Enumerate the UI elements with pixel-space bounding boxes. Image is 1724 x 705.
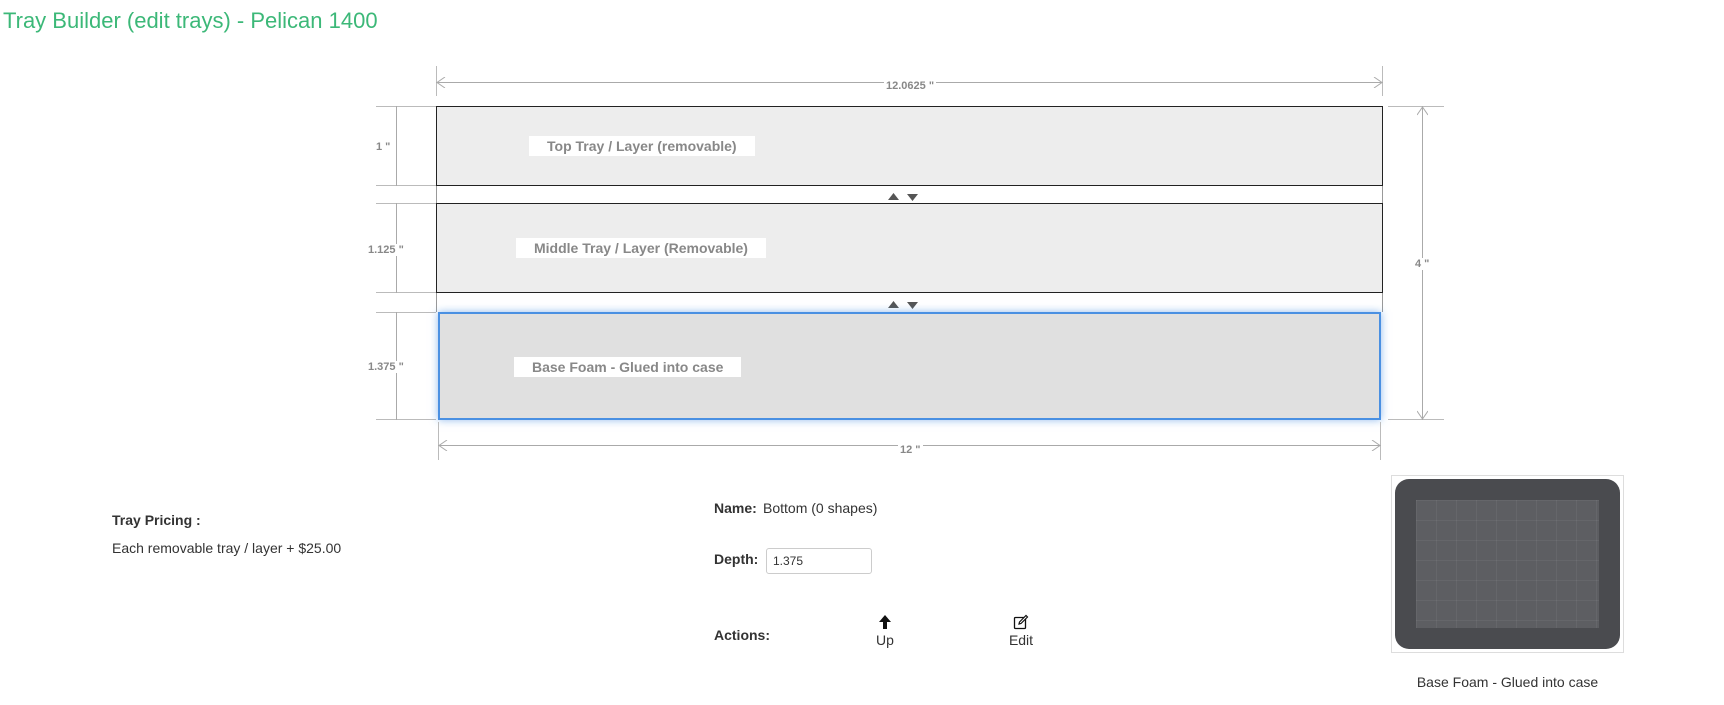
middle-tray[interactable]: Middle Tray / Layer (Removable) (436, 203, 1383, 293)
name-value: Bottom (0 shapes) (763, 500, 878, 516)
up-button[interactable]: Up (870, 614, 900, 648)
tray-pricing-title: Tray Pricing : (112, 512, 201, 528)
middle-tray-label: Middle Tray / Layer (Removable) (516, 238, 766, 258)
top-tray-depth-label: 1 " (374, 141, 393, 153)
edit-icon (1013, 614, 1029, 630)
up-label: Up (876, 632, 894, 648)
arrow-up-icon (879, 615, 891, 629)
tray-preview (1391, 475, 1624, 653)
base-foam-depth-label: 1.375 " (366, 361, 406, 373)
depth-label: Depth: (714, 551, 759, 567)
name-label: Name: (714, 500, 757, 516)
preview-case (1395, 479, 1620, 649)
top-tray-label: Top Tray / Layer (removable) (529, 136, 755, 156)
top-width-label: 12.0625 " (884, 80, 937, 92)
depth-input[interactable] (766, 548, 872, 574)
base-foam-tray[interactable]: Base Foam - Glued into case (438, 312, 1381, 420)
actions-label: Actions: (714, 627, 770, 643)
total-depth-label: 4 " (1413, 258, 1432, 270)
page-title: Tray Builder (edit trays) - Pelican 1400 (3, 8, 378, 33)
bottom-width-label: 12 " (898, 444, 923, 456)
middle-tray-depth-label: 1.125 " (366, 244, 406, 256)
base-foam-label: Base Foam - Glued into case (514, 357, 742, 377)
edit-button[interactable]: Edit (1001, 614, 1041, 648)
tray-pricing-text: Each removable tray / layer + $25.00 (112, 540, 342, 556)
preview-foam (1416, 500, 1599, 628)
top-tray[interactable]: Top Tray / Layer (removable) (436, 106, 1383, 186)
edit-label: Edit (1008, 632, 1034, 648)
preview-caption: Base Foam - Glued into case (1416, 674, 1599, 690)
